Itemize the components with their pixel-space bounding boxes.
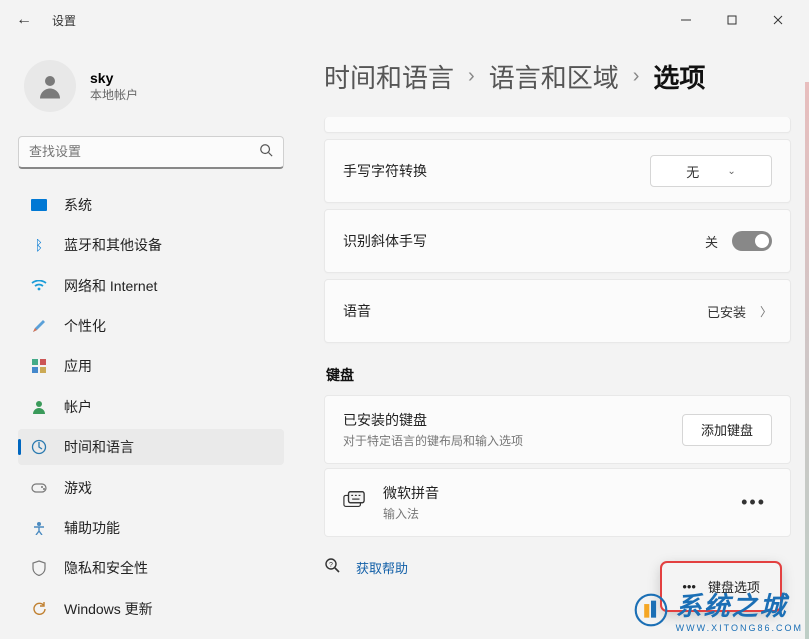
voice-label: 语音: [343, 301, 371, 321]
breadcrumb: 时间和语言 › 语言和区域 › 选项: [324, 58, 791, 95]
search-field[interactable]: [29, 144, 259, 159]
italic-toggle[interactable]: [732, 231, 772, 251]
sidebar-item-gaming[interactable]: 游戏: [18, 469, 284, 505]
person-icon: [30, 398, 48, 416]
sidebar-item-accounts[interactable]: 帐户: [18, 389, 284, 425]
menu-keyboard-options[interactable]: ••• 键盘选项: [666, 569, 776, 604]
brush-icon: [30, 317, 48, 335]
nav-label: 蓝牙和其他设备: [64, 235, 162, 255]
chevron-right-icon: 〉: [760, 303, 772, 320]
accessibility-icon: [30, 519, 48, 537]
card-stub: [324, 117, 791, 133]
handwriting-select[interactable]: 无 ⌄: [650, 155, 772, 187]
keyboard-context-menu: ••• 键盘选项: [661, 562, 781, 611]
add-keyboard-button[interactable]: 添加键盘: [682, 414, 772, 446]
keyboard-section-title: 键盘: [326, 365, 791, 385]
svg-text:?: ?: [329, 562, 333, 569]
installed-keyboards-header: 已安装的键盘 对于特定语言的键布局和输入选项 添加键盘: [324, 395, 791, 464]
user-name: sky: [90, 70, 138, 86]
search-input[interactable]: [18, 136, 284, 169]
maximize-button[interactable]: [709, 4, 755, 36]
apps-icon: [30, 357, 48, 375]
sidebar-item-personalization[interactable]: 个性化: [18, 308, 284, 344]
nav-label: 辅助功能: [64, 518, 120, 538]
minimize-button[interactable]: [663, 4, 709, 36]
keyboard-icon: [343, 489, 365, 516]
nav-label: 游戏: [64, 478, 92, 498]
sidebar-item-accessibility[interactable]: 辅助功能: [18, 510, 284, 546]
sidebar-item-time-language[interactable]: 时间和语言: [18, 429, 284, 465]
user-account-type: 本地帐户: [90, 86, 138, 103]
main-content: 时间和语言 › 语言和区域 › 选项 手写字符转换 无 ⌄ 识别斜体手写 关: [300, 40, 809, 639]
globe-clock-icon: [30, 438, 48, 456]
back-button[interactable]: ←: [8, 4, 40, 36]
sidebar: sky 本地帐户 系统 ᛒ 蓝牙和其他设备 网络和 Internet 个性化 应用…: [0, 40, 300, 639]
gamepad-icon: [30, 479, 48, 497]
crumb-time-language[interactable]: 时间和语言: [324, 58, 454, 95]
window-title: 设置: [52, 12, 76, 29]
nav-label: 时间和语言: [64, 437, 134, 457]
shield-icon: [30, 559, 48, 577]
system-icon: [30, 196, 48, 214]
decorative-edge: [805, 82, 809, 639]
nav-label: 个性化: [64, 316, 106, 336]
more-icon: •••: [682, 579, 696, 594]
nav-label: Windows 更新: [64, 599, 153, 619]
voice-status: 已安装: [707, 302, 746, 321]
italic-label: 识别斜体手写: [343, 231, 427, 251]
crumb-options: 选项: [653, 58, 705, 95]
ime-name: 微软拼音: [383, 483, 439, 503]
nav-label: 网络和 Internet: [64, 276, 157, 296]
close-button[interactable]: [755, 4, 801, 36]
crumb-language-region[interactable]: 语言和区域: [489, 58, 619, 95]
chevron-right-icon: ›: [633, 65, 640, 88]
installed-title: 已安装的键盘: [343, 410, 523, 430]
sidebar-item-bluetooth[interactable]: ᛒ 蓝牙和其他设备: [18, 227, 284, 263]
select-value: 无: [686, 162, 699, 181]
nav-label: 隐私和安全性: [64, 558, 148, 578]
sidebar-item-apps[interactable]: 应用: [18, 348, 284, 384]
user-profile[interactable]: sky 本地帐户: [18, 52, 284, 126]
nav-label: 应用: [64, 356, 92, 376]
card-handwriting: 手写字符转换 无 ⌄: [324, 139, 791, 203]
help-label: 获取帮助: [356, 558, 408, 577]
update-icon: [30, 600, 48, 618]
help-icon: ?: [324, 557, 342, 578]
installed-desc: 对于特定语言的键布局和输入选项: [343, 432, 523, 449]
sidebar-item-update[interactable]: Windows 更新: [18, 591, 284, 627]
nav-label: 帐户: [64, 397, 92, 417]
chevron-right-icon: ›: [468, 65, 475, 88]
nav-label: 系统: [64, 195, 92, 215]
card-voice[interactable]: 语音 已安装 〉: [324, 279, 791, 343]
wifi-icon: [30, 277, 48, 295]
sidebar-item-network[interactable]: 网络和 Internet: [18, 267, 284, 303]
card-italic-handwriting: 识别斜体手写 关: [324, 209, 791, 273]
keyboard-more-button[interactable]: •••: [735, 488, 772, 517]
avatar: [24, 60, 76, 112]
keyboard-item-ms-pinyin: 微软拼音 输入法 •••: [324, 468, 791, 537]
sidebar-item-system[interactable]: 系统: [18, 187, 284, 223]
sidebar-item-privacy[interactable]: 隐私和安全性: [18, 550, 284, 586]
ime-desc: 输入法: [383, 505, 439, 522]
menu-label: 键盘选项: [708, 577, 760, 596]
bluetooth-icon: ᛒ: [30, 236, 48, 254]
chevron-down-icon: ⌄: [727, 166, 735, 177]
toggle-state: 关: [705, 232, 718, 251]
handwriting-label: 手写字符转换: [343, 161, 427, 181]
search-icon: [259, 143, 273, 160]
